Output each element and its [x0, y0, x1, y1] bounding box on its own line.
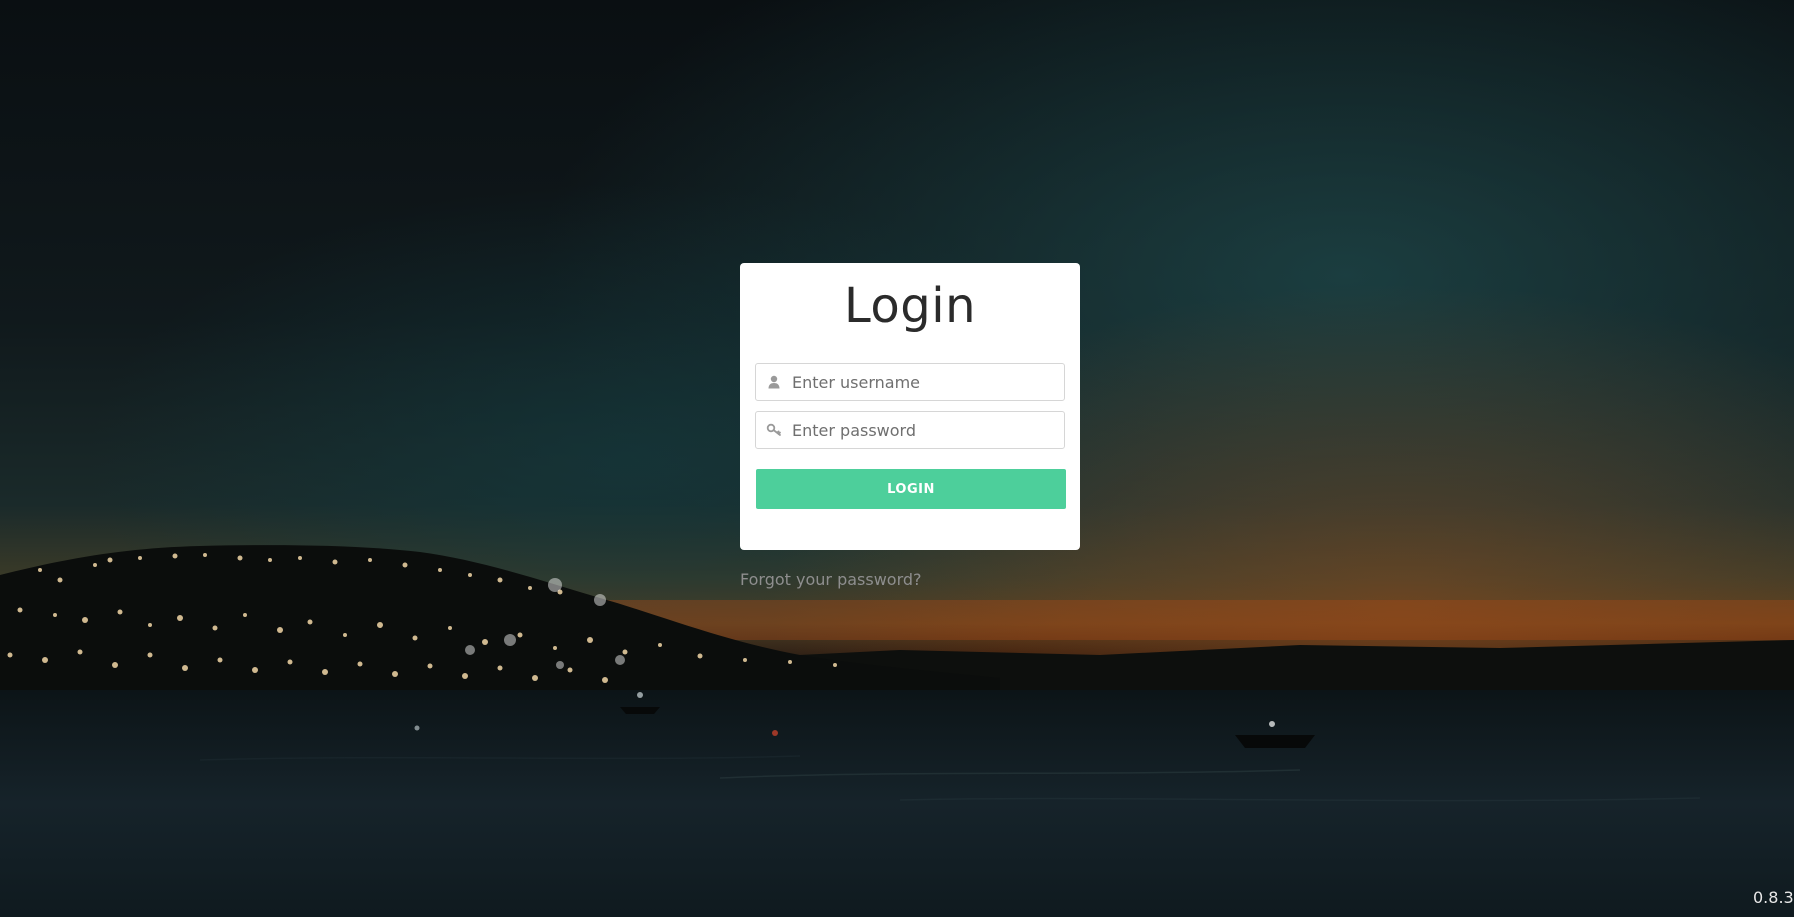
username-field[interactable]: [755, 363, 1065, 401]
password-field[interactable]: [755, 411, 1065, 449]
login-button[interactable]: LOGIN: [756, 469, 1066, 509]
version-label: 0.8.3: [1753, 888, 1794, 907]
user-icon: [768, 375, 780, 389]
username-input[interactable]: [792, 364, 1060, 400]
password-input[interactable]: [792, 412, 1060, 448]
key-icon: [766, 423, 781, 436]
login-page: Login LOGIN Forgot your password? 0.8.3: [0, 0, 1794, 917]
forgot-password-link[interactable]: Forgot your password?: [740, 570, 922, 589]
login-title: Login: [844, 278, 976, 334]
login-card: Login LOGIN: [740, 263, 1080, 550]
